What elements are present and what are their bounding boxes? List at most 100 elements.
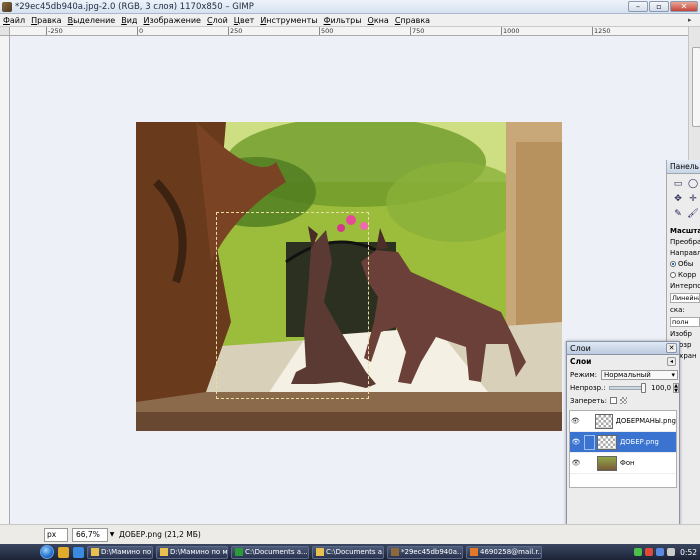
radio-icon [670, 272, 676, 278]
layer-row[interactable]: 👁 ДОБЕР.png [570, 432, 676, 453]
layer-thumbnail [597, 434, 617, 450]
taskbar-label: D:\Мамино по м... [170, 547, 228, 556]
menu-layer[interactable]: Слой [207, 16, 228, 25]
menu-tools[interactable]: Инструменты [260, 16, 317, 25]
chain-icon[interactable] [584, 456, 595, 471]
gimp-icon [391, 548, 399, 556]
layers-dialog-titlebar[interactable]: Слои ✕ [567, 342, 679, 355]
ruler-corner[interactable] [0, 27, 10, 36]
direction-option-corrective[interactable]: Корр [667, 271, 700, 279]
menu-image[interactable]: Изображение [143, 16, 201, 25]
pencil-icon[interactable]: ✎ [672, 208, 684, 220]
slider-handle[interactable] [641, 382, 647, 393]
interpolation-label: Интерполя [670, 282, 700, 290]
close-button[interactable]: ✕ [670, 1, 698, 12]
vertical-ruler[interactable] [0, 36, 10, 524]
layer-name[interactable]: ДОБЕР.png [620, 438, 659, 446]
opacity-label: Непрозр.: [570, 383, 606, 392]
layer-row[interactable]: 👁 Фон [570, 453, 676, 474]
toolbox-title[interactable]: Панель ин [667, 160, 700, 174]
horizontal-ruler[interactable]: -250 0 250 500 750 1000 1250 [10, 27, 688, 36]
direction-option-normal[interactable]: Обы [667, 260, 700, 268]
lock-pixels-checkbox[interactable] [609, 397, 617, 404]
window-titlebar[interactable]: *29ec45db940a.jpg-2.0 (RGB, 3 слоя) 1170… [0, 0, 700, 14]
rect-select-icon[interactable]: ▭ [672, 178, 684, 190]
menu-view[interactable]: Вид [121, 16, 137, 25]
menu-color[interactable]: Цвет [234, 16, 255, 25]
folder-icon [160, 548, 168, 556]
photo-scene [136, 122, 562, 431]
tray-icon[interactable] [634, 548, 643, 556]
taskbar-item[interactable]: D:\Мамино по м... [87, 545, 153, 559]
taskbar-item[interactable]: D:\Мамино по м... [156, 545, 228, 559]
direction-label: Направлен [670, 249, 700, 257]
ellipse-select-icon[interactable]: ◯ [687, 178, 699, 190]
clipping-select[interactable]: полн [670, 317, 700, 327]
tab-layers[interactable]: Слои ◂ [567, 355, 679, 368]
close-icon[interactable]: ✕ [666, 343, 677, 353]
eye-icon[interactable]: 👁 [570, 417, 581, 425]
opacity-spinner[interactable]: ▲ ▼ [673, 382, 679, 393]
menu-edit[interactable]: Правка [31, 16, 61, 25]
menu-help[interactable]: Справка [395, 16, 430, 25]
taskbar-item[interactable]: *29ec45db940a... [387, 545, 463, 559]
folder-icon [235, 548, 243, 556]
ruler-tick [592, 27, 593, 35]
layer-name[interactable]: Фон [620, 459, 634, 467]
image-photo[interactable] [136, 122, 562, 431]
lock-row: Запереть: [567, 394, 679, 407]
brush-icon[interactable]: 🖌 [687, 208, 699, 220]
opacity-value[interactable]: 100,0 [651, 384, 671, 392]
quicklaunch-icon[interactable] [58, 546, 69, 558]
menu-file[interactable]: Файл [3, 16, 25, 25]
minimize-button[interactable]: – [628, 1, 648, 12]
start-button[interactable] [40, 545, 54, 559]
taskbar-item[interactable]: C:\Documents a... [312, 545, 384, 559]
preview-label: Изобр [670, 330, 693, 338]
transform-label: Преобразо [670, 238, 700, 246]
chain-icon[interactable] [583, 414, 593, 429]
eye-icon[interactable]: 👁 [570, 459, 582, 467]
quicklaunch-icon[interactable] [73, 546, 84, 558]
folder-icon [316, 548, 324, 556]
layer-list: 👁 ДОБЕРМАНЫ.png 👁 ДОБЕР.png 👁 Фон [569, 410, 677, 488]
layer-thumbnail [594, 413, 613, 429]
mode-select[interactable]: Нормальный [601, 369, 679, 380]
eye-icon[interactable]: 👁 [570, 438, 582, 446]
taskbar-item[interactable]: C:\Documents a... [231, 545, 309, 559]
opacity-slider[interactable] [608, 382, 647, 393]
menu-windows[interactable]: Окна [368, 16, 389, 25]
interpolation-select[interactable]: Линейная [670, 293, 700, 303]
menu-filters[interactable]: Фильтры [324, 16, 362, 25]
ruler-tick [410, 27, 411, 35]
ruler-tick [501, 27, 502, 35]
align-icon[interactable]: ✛ [687, 193, 699, 205]
taskbar-item[interactable]: 4690258@mail.r... [466, 545, 542, 559]
maximize-button[interactable]: ▫ [649, 1, 669, 12]
unit-select[interactable]: px [44, 527, 68, 542]
ruler-label: 1000 [503, 27, 520, 35]
layer-name[interactable]: ДОБЕРМАНЫ.png [616, 417, 676, 425]
ruler-label: -250 [48, 27, 63, 35]
zoom-input[interactable]: 66,7% [72, 527, 108, 542]
ruler-tick [46, 27, 47, 35]
tray-icon[interactable] [645, 548, 654, 556]
radio-label: Корр [678, 271, 697, 279]
status-bar: px 66,7% ▼ ДОБЕР.png (21,2 МБ) [0, 524, 700, 544]
zoom-dropdown-icon[interactable]: ▼ [108, 528, 116, 542]
scrollbar-thumb[interactable] [692, 47, 700, 127]
tray-icon[interactable] [656, 548, 665, 556]
layer-row[interactable]: 👁 ДОБЕРМАНЫ.png [570, 411, 676, 432]
move-icon[interactable]: ✥ [672, 193, 684, 205]
clipping-label: ска: [670, 306, 685, 314]
clock[interactable]: 0:52 [680, 548, 697, 557]
mode-row: Режим: Нормальный [567, 368, 679, 381]
gimp-icon [2, 1, 12, 12]
volume-icon[interactable] [667, 548, 676, 556]
menu-overflow-icon[interactable]: ▸ [688, 16, 697, 24]
layers-dialog: Слои ✕ Слои ◂ Режим: Нормальный Непрозр.… [566, 341, 680, 544]
chain-icon[interactable] [584, 434, 595, 450]
menu-select[interactable]: Выделение [68, 16, 116, 25]
dialog-menu-icon[interactable]: ◂ [667, 357, 676, 366]
taskbar-label: C:\Documents a... [245, 547, 308, 556]
